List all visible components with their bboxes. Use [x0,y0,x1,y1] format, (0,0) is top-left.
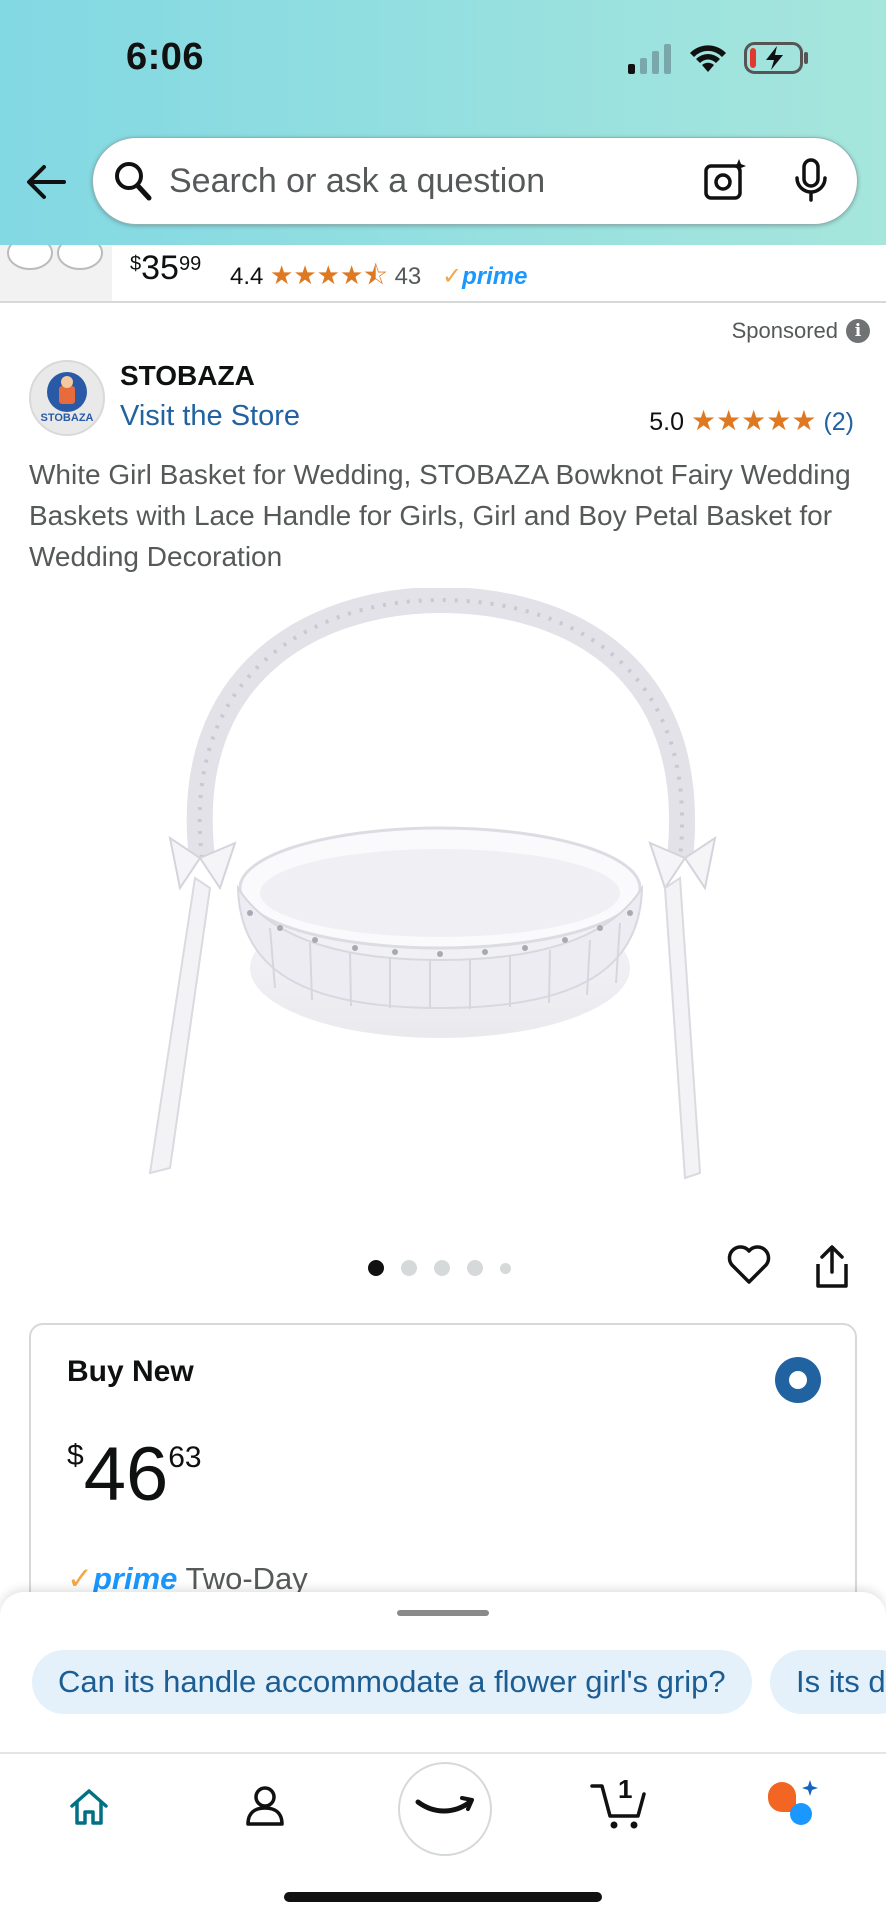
cart-count: 1 [618,1774,633,1804]
search-icon [115,162,152,201]
question-sheet[interactable]: Can its handle accommodate a flower girl… [0,1592,886,1752]
header: 6:06 Search or ask a question [0,0,886,245]
home-icon[interactable] [68,1786,110,1828]
star-rating-icon: ★★★★⯪ [270,260,388,290]
carousel-dot[interactable] [467,1260,483,1276]
share-icon[interactable] [812,1244,852,1290]
previous-result-row[interactable]: $3599 4.4 ★★★★⯪ 43 ✓prime [0,245,886,303]
buy-new-price: $4663 [67,1432,202,1517]
previous-result-price: $3599 [130,249,202,287]
search-input[interactable]: Search or ask a question [169,162,545,201]
visit-store-link[interactable]: Visit the Store [120,400,300,433]
product-image[interactable] [140,586,746,1192]
carousel-dot-active[interactable] [368,1260,384,1276]
question-chip[interactable]: Can its handle accommodate a flower girl… [32,1650,752,1714]
heart-icon[interactable] [726,1244,772,1286]
store-logo-text: STOBAZA [40,412,94,424]
basket-thumbnail-image [7,245,103,270]
cellular-signal-icon [628,44,671,74]
carousel-dot[interactable] [434,1260,450,1276]
battery-charging-icon [744,42,808,74]
prime-badge: prime [92,1561,178,1596]
wifi-icon [690,45,726,72]
camera-lens-icon[interactable] [703,158,747,202]
star-rating-icon: ★★★★★ [690,405,817,436]
info-icon[interactable]: i [846,319,870,343]
question-chip[interactable]: Is its d [770,1650,886,1714]
image-carousel-dots[interactable] [368,1260,511,1276]
amazon-smile-icon [415,1796,474,1814]
review-count-link[interactable]: (2) [823,408,854,436]
home-indicator[interactable] [284,1892,602,1902]
prime-badge: prime [462,263,528,290]
basket-image [148,586,717,1180]
buy-new-radio[interactable] [775,1357,821,1403]
buy-new-label: Buy New [67,1355,194,1388]
prime-check-icon: ✓ [441,263,463,290]
carousel-dot[interactable] [500,1262,511,1274]
search-bar[interactable]: Search or ask a question [92,137,858,225]
sheet-drag-handle[interactable] [397,1610,489,1616]
product-title: White Girl Basket for Wedding, STOBAZA B… [29,459,851,572]
product-rating[interactable]: 5.0 ★★★★★ (2) [649,404,854,437]
amazon-button[interactable] [398,1762,492,1856]
carousel-dot[interactable] [401,1260,417,1276]
rufus-icon[interactable] [764,1778,822,1832]
store-name[interactable]: STOBAZA [120,360,255,392]
account-icon[interactable] [244,1784,286,1828]
back-arrow-icon[interactable] [24,162,68,202]
store-logo[interactable]: STOBAZA [29,360,105,436]
status-time: 6:06 [126,36,205,78]
microphone-icon[interactable] [793,158,829,204]
prime-check-icon: ✓ [67,1561,93,1596]
previous-result-rating[interactable]: 4.4 ★★★★⯪ 43 ✓prime [230,257,527,301]
sponsored-label[interactable]: Sponsored i [732,318,870,344]
previous-result-thumbnail[interactable] [0,245,112,301]
delivery-speed: Two-Day [185,1561,308,1596]
